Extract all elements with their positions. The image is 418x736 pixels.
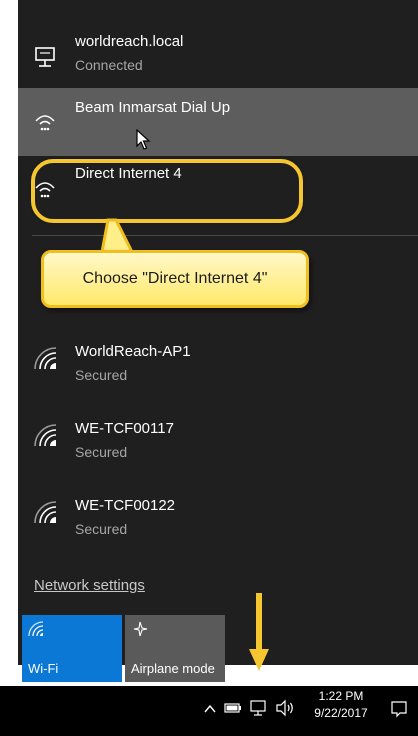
wifi-icon [28, 621, 44, 637]
network-name: WE-TCF00117 [75, 420, 174, 437]
network-name: WE-TCF00122 [75, 497, 176, 514]
battery-icon[interactable] [224, 701, 242, 715]
instruction-callout: Choose "Direct Internet 4" [41, 250, 309, 308]
highlight-ring [31, 159, 303, 223]
callout-text: Choose "Direct Internet 4" [82, 270, 268, 287]
network-flyout: worldreach.local Connected Beam Inmarsat… [18, 0, 418, 682]
mouse-cursor-icon [136, 129, 151, 150]
tile-label: Wi-Fi [28, 661, 59, 676]
network-item-we-tcf00117[interactable]: WE-TCF00117 Secured [18, 412, 418, 472]
ethernet-icon [35, 47, 55, 67]
network-settings-link[interactable]: Network settings [34, 577, 145, 594]
clock[interactable]: 1:22 PM 9/22/2017 [308, 688, 374, 722]
network-name: Beam Inmarsat Dial Up [75, 99, 231, 116]
network-name: worldreach.local [75, 33, 184, 50]
airplane-mode-tile[interactable]: Airplane mode [125, 615, 225, 682]
network-item-beam-inmarsat[interactable]: Beam Inmarsat Dial Up [18, 88, 418, 156]
wifi-secured-icon [34, 347, 57, 370]
chevron-up-icon[interactable] [204, 704, 216, 714]
network-icon[interactable] [249, 699, 267, 717]
wifi-toggle-tile[interactable]: Wi-Fi [22, 615, 122, 682]
network-item-worldreach-local[interactable]: worldreach.local Connected [18, 25, 418, 85]
wifi-secured-icon [34, 501, 57, 524]
network-status: Secured [75, 521, 128, 537]
list-divider [32, 235, 418, 236]
arrow-down-icon [249, 593, 269, 671]
clock-date: 9/22/2017 [314, 706, 368, 720]
network-status: Secured [75, 367, 128, 383]
network-status: Connected [75, 57, 143, 73]
action-center-icon[interactable] [390, 700, 408, 718]
airplane-icon [133, 621, 148, 637]
clock-time: 1:22 PM [318, 689, 364, 703]
network-item-we-tcf00122[interactable]: WE-TCF00122 Secured [18, 489, 418, 549]
network-status: Secured [75, 444, 128, 460]
wifi-secured-icon [34, 424, 57, 447]
network-name: WorldReach-AP1 [75, 343, 191, 360]
dial-up-icon [35, 115, 55, 131]
network-item-worldreach-ap1[interactable]: WorldReach-AP1 Secured [18, 335, 418, 395]
tile-label: Airplane mode [131, 661, 215, 676]
taskbar: 1:22 PM 9/22/2017 [0, 686, 418, 736]
volume-icon[interactable] [275, 699, 295, 717]
